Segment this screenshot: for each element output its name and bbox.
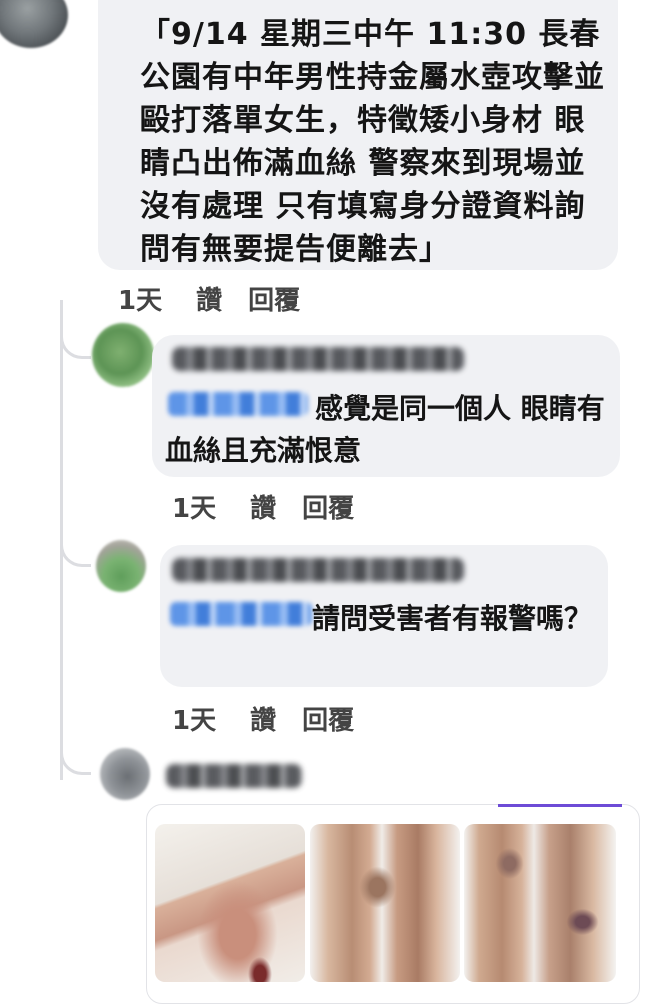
reply-button[interactable]: 回覆 [302, 488, 354, 525]
photo-thumbnail[interactable] [464, 824, 616, 982]
blurred-name[interactable] [172, 558, 464, 582]
comment-meta: 1天 讚 回覆 [118, 280, 300, 317]
comment-time: 1天 [172, 494, 217, 524]
avatar[interactable] [96, 540, 146, 592]
reply-text: 感覺是同一個人 眼睛有血絲且充滿恨意 [165, 392, 605, 467]
reply-button[interactable]: 回覆 [248, 280, 300, 317]
main-comment-text: 「9/14 星期三中午 11:30 長春公園有中年男性持金屬水壺攻擊並毆打落單女… [140, 17, 605, 267]
thread-curve [60, 330, 91, 359]
comment-meta: 1天 讚 回覆 [172, 700, 354, 737]
blurred-name[interactable] [172, 347, 464, 371]
photo-thumbnail[interactable] [310, 824, 460, 982]
reply-button[interactable]: 回覆 [302, 700, 354, 737]
photo-thumbnail[interactable] [155, 824, 305, 982]
like-button[interactable]: 讚 [196, 280, 222, 317]
avatar[interactable] [92, 323, 154, 387]
like-button[interactable]: 讚 [250, 488, 276, 525]
thread-curve [60, 746, 91, 775]
like-button[interactable]: 讚 [250, 700, 276, 737]
comment-meta: 1天 讚 回覆 [172, 488, 354, 525]
comment-time: 1天 [118, 286, 163, 316]
comment-time: 1天 [172, 706, 217, 736]
attachment-accent-bar [498, 804, 622, 807]
avatar[interactable] [100, 748, 150, 800]
thread-curve [60, 538, 91, 567]
avatar[interactable] [0, 0, 68, 48]
blurred-name[interactable] [166, 764, 302, 788]
reply-text: 請問受害者有報警嗎？ [312, 602, 593, 635]
